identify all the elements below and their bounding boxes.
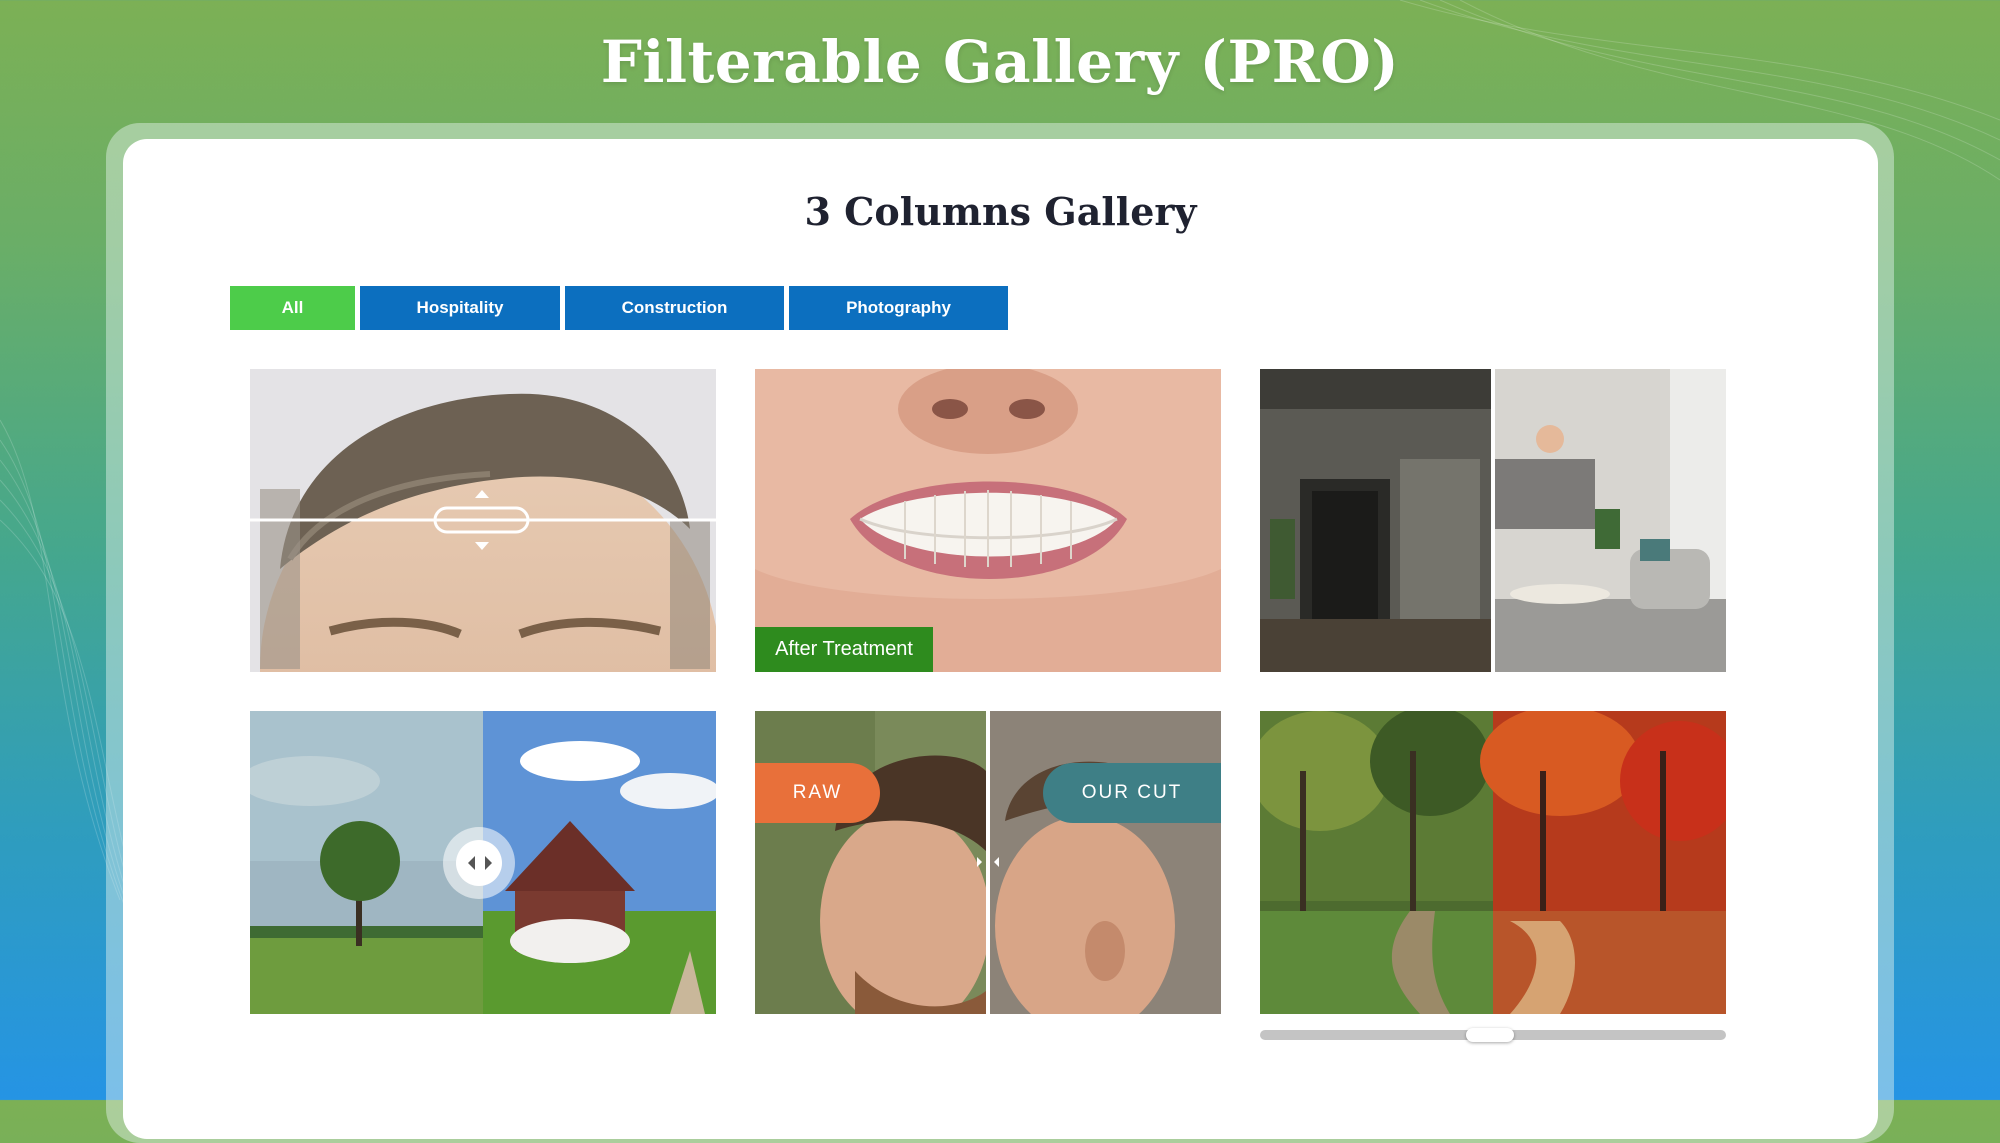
gallery-item-hairline[interactable]: [250, 369, 716, 672]
slider-thumb[interactable]: [1466, 1028, 1514, 1042]
forest-image: [1260, 711, 1726, 1014]
filter-construction-button[interactable]: Construction: [565, 286, 784, 330]
hairline-image: [250, 369, 716, 672]
our-cut-label: OUR CUT: [1043, 763, 1221, 823]
gallery-item-haircut[interactable]: RAW OUR CUT: [755, 711, 1221, 1014]
slider-track[interactable]: [1260, 1028, 1726, 1042]
filter-hospitality-button[interactable]: Hospitality: [360, 286, 560, 330]
gallery-title: 3 Columns Gallery: [804, 189, 1197, 234]
gallery-card: 3 Columns Gallery All Hospitality Constr…: [123, 139, 1878, 1139]
farmhouse-image: [250, 711, 716, 1014]
room-image: [1260, 369, 1726, 672]
filter-bar: All Hospitality Construction Photography: [230, 286, 1008, 330]
gallery-item-farmhouse[interactable]: [250, 711, 716, 1014]
filter-photography-button[interactable]: Photography: [789, 286, 1008, 330]
gallery-item-room[interactable]: [1260, 369, 1726, 672]
haircut-image: [755, 711, 1221, 1014]
page-title: Filterable Gallery (PRO): [600, 28, 1400, 96]
gallery-item-forest[interactable]: [1260, 711, 1726, 1014]
filter-all-button[interactable]: All: [230, 286, 355, 330]
gallery-item-smile[interactable]: After Treatment: [755, 369, 1221, 672]
raw-label: RAW: [755, 763, 880, 823]
after-treatment-label: After Treatment: [755, 627, 933, 672]
